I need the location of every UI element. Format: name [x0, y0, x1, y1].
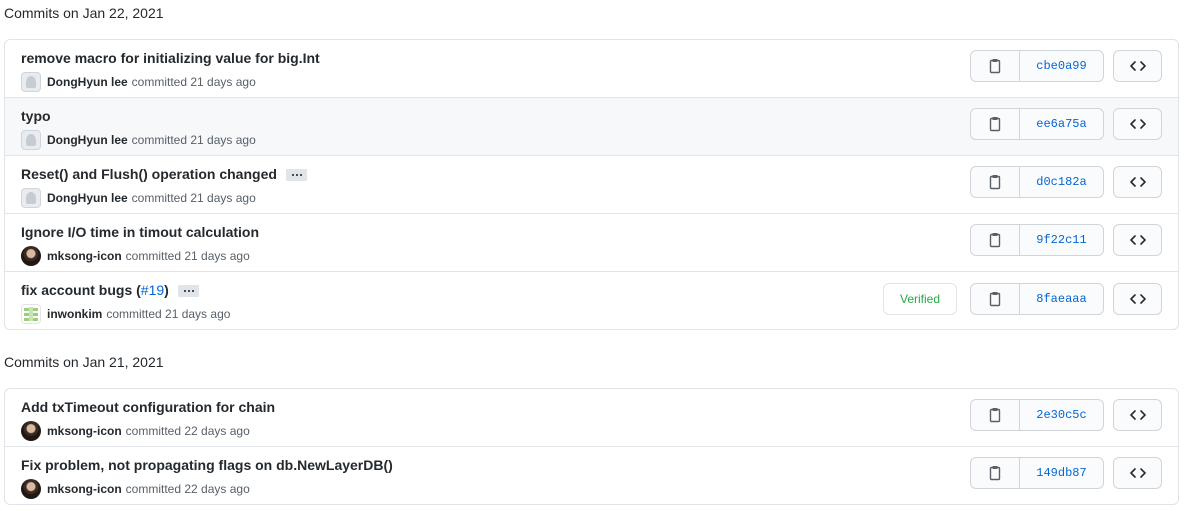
expand-message-button[interactable]	[285, 169, 307, 181]
commit-sha-link[interactable]: cbe0a99	[1020, 51, 1103, 81]
clipboard-icon	[989, 466, 1001, 481]
identicon-avatar[interactable]	[21, 304, 41, 324]
commit-message[interactable]: Add txTimeout configuration for chain	[21, 399, 275, 415]
commit-sha-link[interactable]: ee6a75a	[1020, 109, 1103, 139]
commit-author[interactable]: mksong-icon	[47, 482, 122, 496]
commit-message-tail: )	[164, 282, 169, 298]
commit-message[interactable]: typo	[21, 108, 51, 124]
commit-author[interactable]: DongHyun lee	[47, 75, 128, 89]
commit-time: committed 21 days ago	[131, 191, 256, 205]
commit-sha-link[interactable]: 149db87	[1020, 458, 1103, 488]
copy-sha-button[interactable]	[971, 400, 1020, 430]
sha-button-group: 2e30c5c	[970, 399, 1104, 431]
commit-author[interactable]: mksong-icon	[47, 424, 122, 438]
photo-avatar[interactable]	[21, 246, 41, 266]
clipboard-icon	[989, 59, 1001, 74]
clipboard-icon	[989, 292, 1001, 307]
clipboard-icon	[989, 233, 1001, 248]
commit-sha-link[interactable]: 8faeaaa	[1020, 284, 1103, 314]
commit-time: committed 21 days ago	[131, 75, 256, 89]
commit-message[interactable]: Reset() and Flush() operation changed	[21, 166, 277, 182]
code-icon	[1129, 119, 1146, 129]
code-icon	[1129, 410, 1146, 420]
commit-author[interactable]: mksong-icon	[47, 249, 122, 263]
code-icon	[1129, 468, 1146, 478]
browse-repo-button[interactable]	[1113, 166, 1162, 198]
commit-time: committed 22 days ago	[125, 424, 250, 438]
copy-sha-button[interactable]	[971, 284, 1020, 314]
commit-row: Ignore I/O time in timout calculation mk…	[5, 213, 1178, 271]
sha-button-group: ee6a75a	[970, 108, 1104, 140]
default-avatar[interactable]	[21, 72, 41, 92]
commit-sha-link[interactable]: d0c182a	[1020, 167, 1103, 197]
commit-time: committed 22 days ago	[125, 482, 250, 496]
commit-row: Fix problem, not propagating flags on db…	[5, 446, 1178, 504]
code-icon	[1129, 294, 1146, 304]
verified-badge[interactable]: Verified	[883, 283, 957, 315]
sha-button-group: 8faeaaa	[970, 283, 1104, 315]
commit-message[interactable]: fix account bugs (	[21, 282, 141, 298]
sha-button-group: 9f22c11	[970, 224, 1104, 256]
browse-repo-button[interactable]	[1113, 224, 1162, 256]
default-avatar[interactable]	[21, 188, 41, 208]
commit-time: committed 21 days ago	[125, 249, 250, 263]
commit-author[interactable]: inwonkim	[47, 307, 102, 321]
expand-message-button[interactable]	[177, 285, 199, 297]
commit-author[interactable]: DongHyun lee	[47, 191, 128, 205]
commit-row: remove macro for initializing value for …	[5, 40, 1178, 97]
commit-list: Add txTimeout configuration for chain mk…	[4, 388, 1179, 505]
browse-repo-button[interactable]	[1113, 457, 1162, 489]
commit-list: remove macro for initializing value for …	[4, 39, 1179, 330]
code-icon	[1129, 61, 1146, 71]
clipboard-icon	[989, 175, 1001, 190]
commit-time: committed 21 days ago	[131, 133, 256, 147]
commit-row: Reset() and Flush() operation changed Do…	[5, 155, 1178, 213]
commit-row: Add txTimeout configuration for chain mk…	[5, 389, 1178, 446]
clipboard-icon	[989, 117, 1001, 132]
commit-time: committed 21 days ago	[106, 307, 231, 321]
sha-button-group: 149db87	[970, 457, 1104, 489]
commit-message[interactable]: Ignore I/O time in timout calculation	[21, 224, 259, 240]
copy-sha-button[interactable]	[971, 458, 1020, 488]
photo-avatar[interactable]	[21, 421, 41, 441]
copy-sha-button[interactable]	[971, 51, 1020, 81]
copy-sha-button[interactable]	[971, 225, 1020, 255]
sha-button-group: cbe0a99	[970, 50, 1104, 82]
code-icon	[1129, 177, 1146, 187]
commit-row: typo DongHyun lee committed 21 days ago …	[5, 97, 1178, 155]
code-icon	[1129, 235, 1146, 245]
photo-avatar[interactable]	[21, 479, 41, 499]
date-heading: Commits on Jan 21, 2021	[4, 354, 164, 370]
browse-repo-button[interactable]	[1113, 283, 1162, 315]
browse-repo-button[interactable]	[1113, 108, 1162, 140]
clipboard-icon	[989, 408, 1001, 423]
copy-sha-button[interactable]	[971, 167, 1020, 197]
commit-author[interactable]: DongHyun lee	[47, 133, 128, 147]
issue-link[interactable]: #19	[141, 282, 164, 298]
browse-repo-button[interactable]	[1113, 50, 1162, 82]
browse-repo-button[interactable]	[1113, 399, 1162, 431]
copy-sha-button[interactable]	[971, 109, 1020, 139]
commit-message[interactable]: Fix problem, not propagating flags on db…	[21, 457, 393, 473]
commit-row: fix account bugs (#19) inwonkim committe…	[5, 271, 1178, 329]
commit-sha-link[interactable]: 9f22c11	[1020, 225, 1103, 255]
date-heading: Commits on Jan 22, 2021	[4, 5, 164, 21]
commit-sha-link[interactable]: 2e30c5c	[1020, 400, 1103, 430]
commit-message[interactable]: remove macro for initializing value for …	[21, 50, 320, 66]
sha-button-group: d0c182a	[970, 166, 1104, 198]
default-avatar[interactable]	[21, 130, 41, 150]
